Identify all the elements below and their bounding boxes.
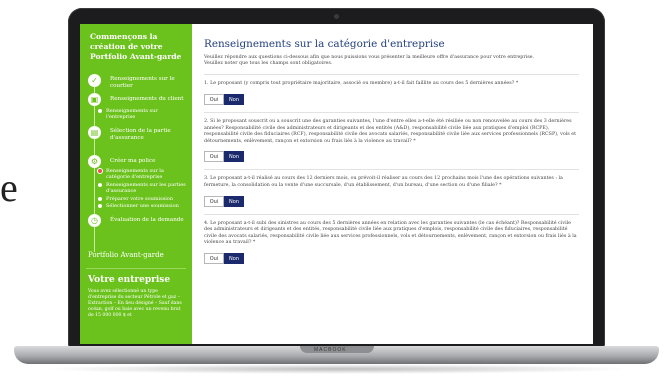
- question-3-toggle: Oui Non: [204, 195, 579, 207]
- active-step-dot: [98, 169, 102, 173]
- question-3: 3. Le proposant a-t-il réalisé au cours …: [204, 176, 563, 188]
- step-dot: [98, 197, 102, 201]
- sidebar-panel-title: Votre entreprise: [88, 275, 171, 285]
- clock-icon: ◷: [88, 214, 101, 227]
- camera-icon: [334, 14, 339, 19]
- divider: [204, 74, 579, 76]
- check-icon: ✓: [88, 74, 101, 87]
- step-dot: [98, 204, 102, 208]
- step-dot: [98, 183, 102, 187]
- divider: [204, 112, 579, 113]
- sidebar-sub-parties[interactable]: Renseignements sur les parties d'assuran…: [80, 182, 192, 196]
- q1-oui-button[interactable]: Oui: [204, 94, 224, 105]
- page-title: Renseignements sur la catégorie d'entrep…: [204, 38, 445, 50]
- cropped-text-glyph: e: [0, 165, 18, 210]
- sidebar-sub-preparer[interactable]: Préparer votre soumission: [80, 196, 192, 203]
- question-2: 2. Si le proposant souscrit ou a souscri…: [204, 119, 576, 144]
- question-2-toggle: Oui Non: [204, 151, 579, 163]
- sidebar-divider: [86, 268, 186, 269]
- document-icon: ▤: [88, 126, 101, 139]
- intro-text: Veuillez répondre aux questions ci-desso…: [204, 55, 535, 67]
- sidebar-panel-text: Vous avez sélectionné un type d'entrepri…: [88, 289, 182, 318]
- q3-non-button[interactable]: Non: [224, 195, 244, 207]
- question-1-toggle: Oui Non: [204, 94, 579, 105]
- sidebar-title: Commençons la création de votre Portfoli…: [90, 32, 182, 61]
- sidebar: Commençons la création de votre Portfoli…: [80, 24, 192, 344]
- divider: [204, 213, 579, 215]
- question-1: 1. Le proposant (y compris tout propriét…: [204, 81, 519, 87]
- laptop-lid: Commençons la création de votre Portfoli…: [68, 8, 605, 348]
- main-content: Renseignements sur la catégorie d'entrep…: [192, 24, 593, 344]
- gear-icon: ⚙: [88, 155, 101, 168]
- laptop-screen: Commençons la création de votre Portfoli…: [80, 24, 593, 344]
- sidebar-sub-categorie[interactable]: Renseignements sur la catégorie d'entrep…: [80, 168, 192, 182]
- question-4-toggle: Oui Non: [204, 252, 579, 264]
- sidebar-step-client[interactable]: ▣ Renseignements du client: [80, 93, 192, 108]
- step-dot: [98, 109, 102, 113]
- laptop-brand: MACBOOK: [314, 347, 347, 353]
- q2-oui-button[interactable]: Oui: [204, 151, 224, 163]
- q1-non-button[interactable]: Non: [224, 94, 244, 105]
- briefcase-icon: ▣: [88, 93, 101, 106]
- laptop-base: MACBOOK: [14, 346, 659, 364]
- sidebar-sub-entreprise[interactable]: Renseignements sur l'entreprise: [80, 108, 192, 128]
- sidebar-step-evaluation[interactable]: ◷ Évaluation de la demande: [80, 214, 192, 245]
- q4-non-button[interactable]: Non: [224, 252, 244, 264]
- q4-oui-button[interactable]: Oui: [204, 252, 224, 264]
- question-4: 4. Le proposant a-t-il subi des sinistre…: [204, 220, 577, 246]
- sidebar-step-police[interactable]: ⚙ Créer ma police: [80, 155, 192, 168]
- q2-non-button[interactable]: Non: [224, 151, 244, 163]
- sidebar-section-label: Portfolio Avant-garde: [88, 251, 164, 259]
- sidebar-step-partie[interactable]: ▤ Sélection de la partie d'assurance: [80, 126, 192, 158]
- q3-oui-button[interactable]: Oui: [204, 195, 224, 207]
- laptop-shadow: [40, 364, 634, 374]
- divider: [204, 169, 579, 171]
